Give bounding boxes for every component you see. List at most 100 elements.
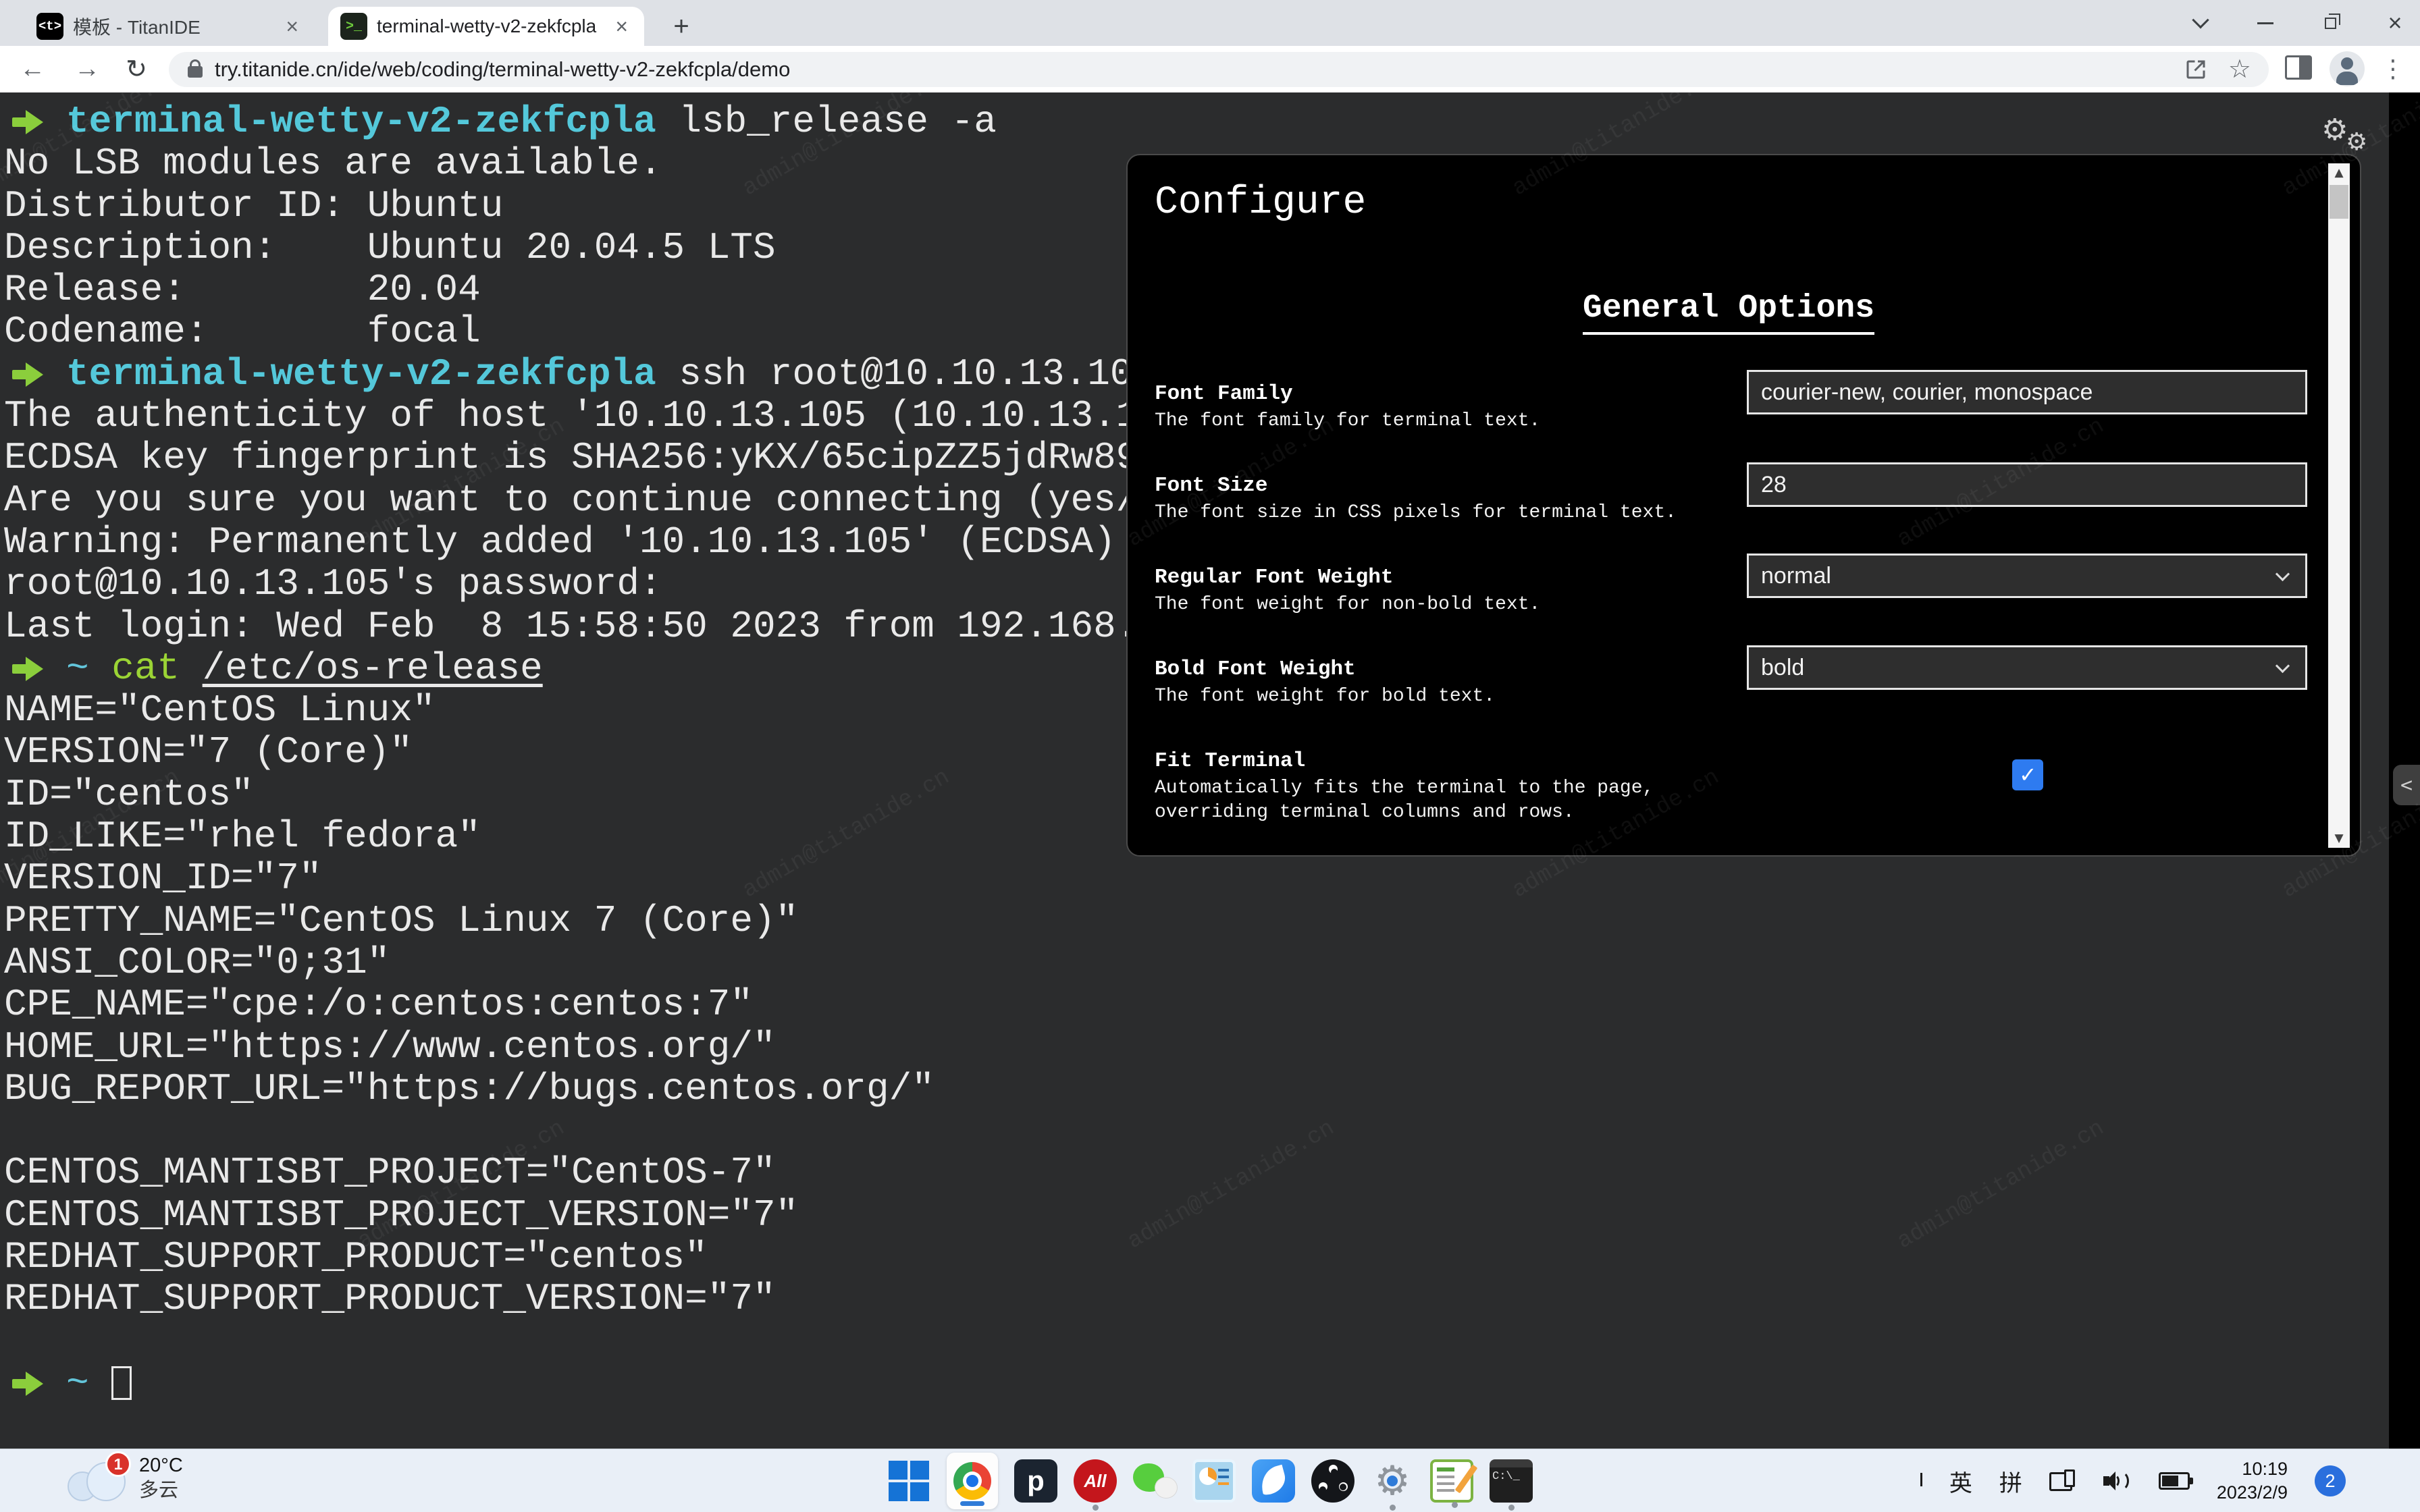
terminal-settings-gears-icon[interactable]: ⚙⚙ <box>2321 113 2382 160</box>
prompt-arrow-icon <box>12 657 43 681</box>
taskbar: 1 20°C 多云 pAll⚙C:\_ 英 拼 10:19 2023/2/9 2 <box>0 1449 2420 1512</box>
font-size-input[interactable]: 28 <box>1747 462 2307 507</box>
configure-dialog: Configure General Options Font FamilyThe… <box>1126 154 2361 857</box>
terminal-line: REDHAT_SUPPORT_PRODUCT_VERSION="7" <box>4 1278 2389 1320</box>
terminal-line: CENTOS_MANTISBT_PROJECT="CentOS-7" <box>4 1152 2389 1193</box>
bold-font-weight-select[interactable]: bold <box>1747 645 2307 690</box>
profile-avatar[interactable] <box>2330 51 2365 86</box>
terminal-line: PRETTY_NAME="CentOS Linux 7 (Core)" <box>4 900 2389 942</box>
address-bar-actions: ☆ <box>2184 52 2269 87</box>
browser-menu-icon[interactable]: ⋮ <box>2379 53 2406 85</box>
terminal-text: NAME="CentOS Linux" <box>4 688 436 732</box>
terminal-text: Description: Ubuntu 20.04.5 LTS <box>4 226 776 269</box>
tab-terminal-wetty[interactable]: >_ terminal-wetty-v2-zekfcpla - T × <box>328 7 644 46</box>
running-indicator-dot <box>1093 1505 1099 1511</box>
window-controls: × <box>2190 0 2405 46</box>
side-panel-icon[interactable] <box>2285 55 2312 80</box>
terminal-text: lsb_release -a <box>656 101 997 143</box>
terminal-text: Distributor ID: Ubuntu <box>4 184 503 227</box>
terminal-cursor <box>111 1366 132 1400</box>
terminal-text: REDHAT_SUPPORT_PRODUCT="centos" <box>4 1235 708 1278</box>
scrollbar-thumb[interactable] <box>2330 185 2348 219</box>
wechat-taskbar-icon[interactable] <box>1133 1459 1176 1503</box>
system-tray: 英 拼 10:19 2023/2/9 2 <box>1920 1449 2346 1512</box>
chrome-taskbar-icon[interactable] <box>947 1453 998 1509</box>
terminal-text: ~ <box>66 1361 89 1405</box>
running-indicator-dot <box>1508 1505 1515 1511</box>
ime-pinyin-indicator[interactable]: 拼 <box>1999 1465 2022 1498</box>
tab-titanide[interactable]: <t> 模板 - TitanIDE × <box>24 7 315 46</box>
clock-time: 10:19 <box>2217 1457 2288 1481</box>
back-button[interactable]: ← <box>18 54 47 84</box>
terminal-line: ANSI_COLOR="0;31" <box>4 942 2389 983</box>
field-label: Bold Font Weight <box>1155 657 1356 681</box>
red-app-taskbar-icon[interactable]: All <box>1074 1459 1117 1503</box>
restore-button[interactable] <box>2320 13 2340 33</box>
terminal-text: Codename: focal <box>4 310 481 353</box>
ime-language-indicator[interactable]: 英 <box>1949 1465 1972 1498</box>
obs-taskbar-icon[interactable] <box>1311 1459 1354 1503</box>
wing-app-taskbar-icon[interactable] <box>1252 1459 1295 1503</box>
prompt-arrow-icon <box>12 110 43 134</box>
chevron-down-icon <box>2276 567 2290 581</box>
bookmark-star-icon[interactable]: ☆ <box>2228 57 2251 82</box>
collapse-panel-handle[interactable]: < <box>2393 765 2420 805</box>
display-usb-icon[interactable] <box>2049 1469 2076 1492</box>
regular-font-weight-select[interactable]: normal <box>1747 554 2307 598</box>
volume-icon[interactable] <box>2103 1469 2132 1492</box>
terminal-app-taskbar-icon[interactable]: C:\_ <box>1490 1459 1533 1503</box>
terminal-text: VERSION_ID="7" <box>4 857 321 900</box>
dialog-scrollbar[interactable]: ▲ ▼ <box>2328 163 2350 848</box>
tab-close-icon[interactable]: × <box>611 14 632 38</box>
terminal-line: VERSION_ID="7" <box>4 857 2389 899</box>
terminal-text: Release: 20.04 <box>4 268 481 311</box>
terminal-text: HOME_URL="https://www.centos.org/" <box>4 1025 776 1069</box>
field-description: Automatically fits the terminal to the p… <box>1155 778 1654 799</box>
wetty-terminal-page: terminal-wetty-v2-zekfcpla lsb_release -… <box>0 92 2420 1449</box>
tab-search-icon[interactable] <box>2190 13 2211 33</box>
terminal-text: ECDSA key fingerprint is SHA256:yKX/65ci… <box>4 436 1161 479</box>
running-indicator-dot <box>1390 1505 1396 1511</box>
settings-taskbar-icon[interactable]: ⚙ <box>1371 1459 1414 1503</box>
terminal-text: /etc/os-release <box>203 647 543 690</box>
field-description: The font weight for non-bold text. <box>1155 594 1540 615</box>
notification-badge[interactable]: 2 <box>2315 1465 2346 1496</box>
chart-app-taskbar-icon[interactable] <box>1192 1459 1236 1503</box>
battery-icon[interactable] <box>2159 1472 2190 1490</box>
windows-start-taskbar-icon[interactable] <box>887 1459 930 1503</box>
address-bar[interactable]: try.titanide.cn/ide/web/coding/terminal-… <box>169 52 2269 87</box>
prompt-arrow-icon <box>12 362 43 387</box>
terminal-text: CENTOS_MANTISBT_PROJECT_VERSION="7" <box>4 1193 798 1237</box>
font-family-input[interactable]: courier-new, courier, monospace <box>1747 370 2307 414</box>
tray-chevron-up-icon[interactable] <box>1920 1475 1922 1487</box>
dialog-section-heading: General Options <box>1128 290 2330 327</box>
share-icon[interactable] <box>2184 57 2208 82</box>
terminal-text: root@10.10.13.105's password: <box>4 562 662 605</box>
tab-close-icon[interactable]: × <box>282 14 302 38</box>
terminal-line: CENTOS_MANTISBT_PROJECT_VERSION="7" <box>4 1194 2389 1236</box>
new-tab-button[interactable]: + <box>666 11 697 42</box>
tab-title: 模板 - TitanIDE <box>73 13 272 40</box>
titanide-favicon: <t> <box>36 13 63 40</box>
reload-button[interactable]: ↻ <box>122 54 151 84</box>
minimize-button[interactable] <box>2255 13 2276 33</box>
terminal-text: CENTOS_MANTISBT_PROJECT="CentOS-7" <box>4 1151 776 1194</box>
picpick-taskbar-icon[interactable]: p <box>1014 1459 1057 1503</box>
notepad-taskbar-icon[interactable] <box>1430 1459 1473 1503</box>
dialog-title: Configure <box>1155 181 1366 225</box>
terminal-text: terminal-wetty-v2-zekfcpla <box>66 101 656 143</box>
close-button[interactable]: × <box>2385 13 2405 33</box>
fit-terminal-checkbox[interactable]: ✓ <box>2012 759 2043 790</box>
scroll-up-icon[interactable]: ▲ <box>2328 163 2350 182</box>
tab-title: terminal-wetty-v2-zekfcpla - T <box>377 16 602 37</box>
terminal-text: cat <box>89 647 180 690</box>
forward-button[interactable]: → <box>72 54 102 84</box>
terminal-text: ID="centos" <box>4 773 254 816</box>
active-app-indicator <box>960 1501 984 1506</box>
clock-date: 2023/2/9 <box>2217 1481 2288 1505</box>
terminal-text: terminal-wetty-v2-zekfcpla <box>66 352 656 396</box>
taskbar-clock[interactable]: 10:19 2023/2/9 <box>2217 1457 2288 1505</box>
terminal-text <box>180 647 203 690</box>
url-text[interactable]: try.titanide.cn/ide/web/coding/terminal-… <box>215 57 790 82</box>
scroll-down-icon[interactable]: ▼ <box>2328 829 2350 848</box>
